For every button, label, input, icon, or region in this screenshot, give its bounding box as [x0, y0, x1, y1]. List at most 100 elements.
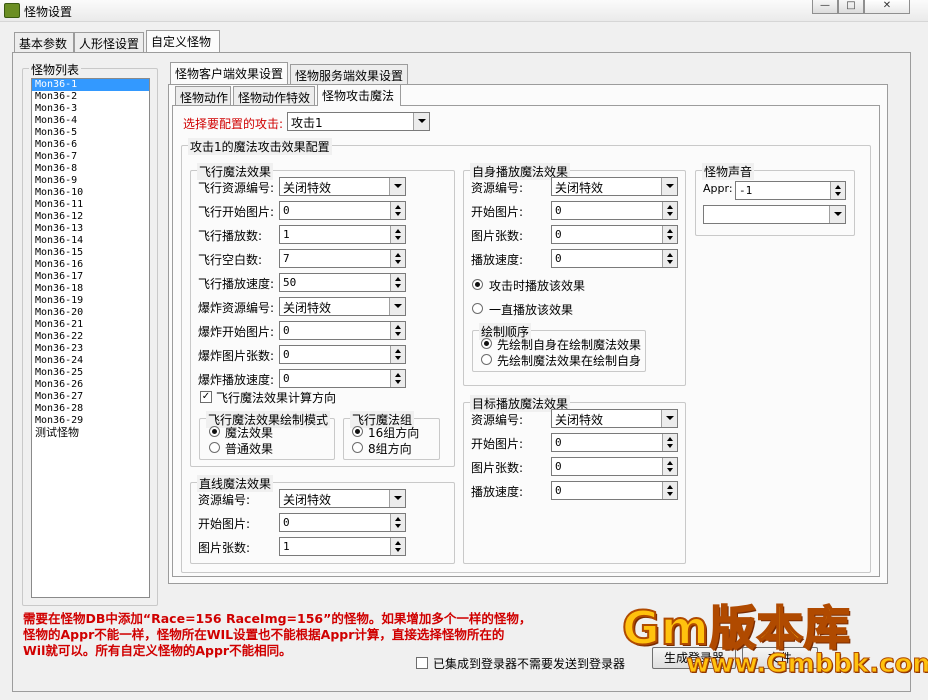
tab-monster-action[interactable]: 怪物动作 [175, 86, 231, 106]
chevron-down-icon[interactable] [829, 206, 845, 223]
chevron-down-icon[interactable] [389, 490, 405, 507]
list-item[interactable]: Mon36-5 [32, 127, 149, 139]
value-spin[interactable]: 0 [551, 457, 678, 476]
chevron-down-icon[interactable] [389, 178, 405, 195]
value-spin[interactable]: 0 [551, 201, 678, 220]
monster-sound-group: 怪物声音 [695, 163, 855, 236]
tab-basic-params[interactable]: 基本参数 [14, 32, 74, 52]
chevron-down-icon[interactable] [661, 178, 677, 195]
value-spin[interactable]: 0 [551, 225, 678, 244]
spin-buttons[interactable] [390, 274, 405, 291]
spin-buttons[interactable] [662, 226, 677, 243]
spin-buttons[interactable] [830, 182, 845, 199]
list-item[interactable]: Mon36-19 [32, 295, 149, 307]
resource-select[interactable]: 关闭特效 [279, 297, 406, 316]
list-item[interactable]: Mon36-8 [32, 163, 149, 175]
tab-custom-monster[interactable]: 自定义怪物 [146, 30, 220, 52]
list-item[interactable]: Mon36-6 [32, 139, 149, 151]
list-item[interactable]: Mon36-14 [32, 235, 149, 247]
spin-buttons[interactable] [390, 346, 405, 363]
value-spin[interactable]: 1 [279, 225, 406, 244]
chevron-down-icon[interactable] [661, 410, 677, 427]
spin-buttons[interactable] [662, 250, 677, 267]
value-spin[interactable]: 0 [551, 433, 678, 452]
list-item[interactable]: Mon36-13 [32, 223, 149, 235]
list-item[interactable]: Mon36-10 [32, 187, 149, 199]
value-spin[interactable]: 50 [279, 273, 406, 292]
login-checkbox[interactable] [416, 657, 428, 669]
value-spin[interactable]: 0 [279, 201, 406, 220]
list-item[interactable]: Mon36-22 [32, 331, 149, 343]
list-item[interactable]: Mon36-4 [32, 115, 149, 127]
sound-select[interactable] [703, 205, 846, 224]
monster-listbox[interactable]: Mon36-1 Mon36-2 Mon36-3 Mon36-4 Mon36-5 Mon36… [31, 78, 150, 598]
field-label: 爆炸播放速度: [198, 373, 275, 387]
minimize-button[interactable]: — [812, 0, 838, 14]
spin-buttons[interactable] [662, 482, 677, 499]
list-item[interactable]: Mon36-16 [32, 259, 149, 271]
value-spin[interactable]: 0 [279, 369, 406, 388]
spin-buttons[interactable] [390, 322, 405, 339]
chevron-down-icon[interactable] [413, 113, 429, 130]
list-item[interactable]: Mon36-3 [32, 103, 149, 115]
list-item[interactable]: Mon36-20 [32, 307, 149, 319]
spin-buttons[interactable] [390, 514, 405, 531]
resource-select[interactable]: 关闭特效 [279, 489, 406, 508]
resource-select[interactable]: 关闭特效 [279, 177, 406, 196]
list-item[interactable]: 测试怪物 [32, 427, 149, 440]
list-item[interactable]: Mon36-1 [32, 79, 149, 91]
list-item[interactable]: Mon36-26 [32, 379, 149, 391]
value-spin[interactable]: 0 [279, 513, 406, 532]
attack-select[interactable]: 攻击1 [287, 112, 430, 131]
value-spin[interactable]: 0 [551, 481, 678, 500]
spin-buttons[interactable] [662, 458, 677, 475]
list-item[interactable]: Mon36-17 [32, 271, 149, 283]
tab-attack-magic[interactable]: 怪物攻击魔法 [317, 84, 401, 106]
group-8dir-radio[interactable] [352, 442, 363, 453]
spin-buttons[interactable] [662, 434, 677, 451]
list-item[interactable]: Mon36-2 [32, 91, 149, 103]
spin-buttons[interactable] [390, 226, 405, 243]
spin-buttons[interactable] [390, 202, 405, 219]
spin-buttons[interactable] [662, 202, 677, 219]
value-spin[interactable]: 0 [279, 321, 406, 340]
list-item[interactable]: Mon36-9 [32, 175, 149, 187]
spin-buttons[interactable] [390, 370, 405, 387]
draw-magic-first-radio[interactable] [481, 354, 492, 365]
value-spin[interactable]: 7 [279, 249, 406, 268]
list-item[interactable]: Mon36-18 [32, 283, 149, 295]
list-item[interactable]: Mon36-21 [32, 319, 149, 331]
list-item[interactable]: Mon36-28 [32, 403, 149, 415]
draw-mode-magic-radio[interactable] [209, 426, 220, 437]
direction-checkbox[interactable]: ✓ [200, 391, 212, 403]
tab-humanoid-settings[interactable]: 人形怪设置 [74, 32, 144, 52]
close-button[interactable]: ✕ [864, 0, 910, 14]
spin-buttons[interactable] [390, 538, 405, 555]
spin-buttons[interactable] [390, 250, 405, 267]
chevron-down-icon[interactable] [389, 298, 405, 315]
tab-client-effects[interactable]: 怪物客户端效果设置 [170, 62, 288, 84]
list-item[interactable]: Mon36-12 [32, 211, 149, 223]
list-item[interactable]: Mon36-11 [32, 199, 149, 211]
resource-select[interactable]: 关闭特效 [551, 409, 678, 428]
tab-server-effects[interactable]: 怪物服务端效果设置 [290, 64, 408, 84]
value-spin[interactable]: 0 [551, 249, 678, 268]
draw-self-first-radio[interactable] [481, 338, 492, 349]
straight-magic-title: 直线魔法效果 [197, 475, 274, 492]
play-always-radio[interactable] [472, 303, 483, 314]
list-item[interactable]: Mon36-23 [32, 343, 149, 355]
list-item[interactable]: Mon36-15 [32, 247, 149, 259]
list-item[interactable]: Mon36-25 [32, 367, 149, 379]
value-spin[interactable]: 0 [279, 345, 406, 364]
list-item[interactable]: Mon36-27 [32, 391, 149, 403]
list-item[interactable]: Mon36-7 [32, 151, 149, 163]
value-spin[interactable]: 1 [279, 537, 406, 556]
resource-select[interactable]: 关闭特效 [551, 177, 678, 196]
tab-action-effects[interactable]: 怪物动作特效 [233, 86, 315, 106]
group-16dir-radio[interactable] [352, 426, 363, 437]
maximize-button[interactable]: □ [838, 0, 864, 14]
draw-mode-normal-radio[interactable] [209, 442, 220, 453]
play-on-attack-radio[interactable] [472, 279, 483, 290]
list-item[interactable]: Mon36-24 [32, 355, 149, 367]
appr-spin[interactable]: -1 [735, 181, 846, 200]
